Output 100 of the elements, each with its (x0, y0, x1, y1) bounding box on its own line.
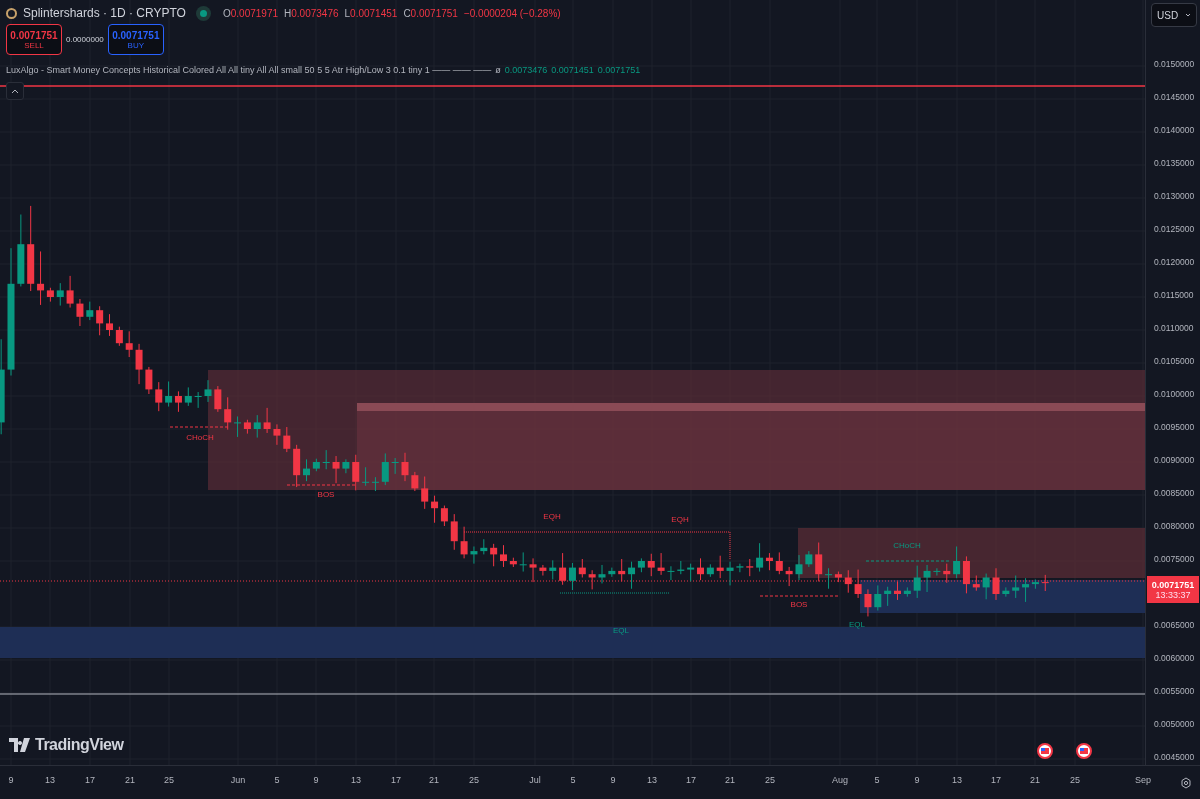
date-tick: Aug (832, 775, 848, 785)
candle (618, 558, 626, 582)
date-tick: 5 (570, 775, 576, 785)
price-tick: 0.0055000 (1154, 686, 1195, 696)
date-tick: 17 (85, 775, 95, 785)
candle (884, 586, 892, 607)
date-tick: 9 (610, 775, 616, 785)
candle (815, 542, 823, 582)
candle (539, 564, 547, 576)
date-tick: 21 (429, 775, 439, 785)
candle (578, 558, 586, 578)
price-tick: 0.0045000 (1154, 752, 1195, 762)
candle (854, 569, 862, 599)
candle (253, 414, 261, 439)
candle (667, 565, 675, 581)
date-tick: 13 (45, 775, 55, 785)
candle (687, 563, 695, 582)
tradingview-logo[interactable]: TradingView (9, 736, 124, 754)
indicator-value: 0.0071451 (551, 65, 594, 75)
candle (224, 396, 232, 431)
date-tick: 13 (647, 775, 657, 785)
settings-icon[interactable] (1180, 777, 1192, 789)
candle (903, 586, 911, 598)
price-tick: 0.0110000 (1154, 323, 1194, 333)
currency-dropdown[interactable]: USD (1151, 3, 1197, 27)
structure-label: EQL (613, 626, 629, 635)
price-tick: 0.0145000 (1154, 92, 1195, 102)
price-tick: 0.0090000 (1154, 455, 1195, 465)
candle (214, 385, 222, 413)
price-tick: 0.0060000 (1154, 653, 1195, 663)
last-price: 0.0071751 (1151, 579, 1195, 590)
indicator-name[interactable]: LuxAlgo - Smart Money Concepts Historical Colored All All tiny All All small 50 5 5 Atr High/Low 3 0.1 tiny 1 —— —— —— (6, 65, 492, 75)
date-tick: 25 (1070, 775, 1080, 785)
candle (352, 454, 360, 491)
candle (342, 458, 350, 474)
date-tick: 21 (725, 775, 735, 785)
price-tick: 0.0105000 (1154, 356, 1195, 366)
candle (273, 423, 281, 446)
symbol-title[interactable]: Splintershards · 1D · CRYPTO (23, 6, 186, 20)
candle (125, 330, 133, 358)
candle (96, 305, 104, 336)
price-tick: 0.0150000 (1154, 59, 1195, 69)
date-tick: 25 (164, 775, 174, 785)
date-tick: 17 (991, 775, 1001, 785)
candle (56, 282, 64, 307)
candle (450, 513, 458, 551)
indicator-value: 0.0071751 (597, 65, 641, 75)
candle (115, 326, 123, 347)
candle (519, 551, 527, 573)
candle (312, 458, 320, 472)
price-tick: 0.0130000 (1154, 191, 1195, 201)
candle (972, 575, 980, 592)
candle (106, 313, 113, 337)
date-tick: Jun (230, 775, 246, 785)
structure-label: CHoCH (186, 433, 214, 442)
candle (509, 557, 517, 568)
candle (322, 449, 330, 470)
structure-label: CHoCH (893, 541, 921, 550)
buy-button[interactable]: 0.0071751 BUY (107, 24, 164, 55)
price-tick: 0.0140000 (1154, 125, 1195, 135)
candle (608, 567, 616, 578)
candle (86, 301, 94, 321)
date-tick: 21 (125, 775, 135, 785)
candle (411, 471, 419, 492)
date-tick: 5 (274, 775, 280, 785)
candle (588, 569, 596, 590)
candle (992, 567, 1000, 601)
candle (332, 455, 340, 484)
candle (1002, 586, 1010, 598)
indicator-value: 0.0073476 (504, 65, 548, 75)
sell-button[interactable]: 0.0071751 SELL (6, 24, 62, 55)
candle (697, 557, 704, 581)
candle (303, 458, 310, 482)
candle (194, 391, 202, 409)
candle (933, 567, 941, 576)
date-tick: 5 (874, 775, 880, 785)
candle (923, 564, 931, 593)
structure-label: BOS (790, 600, 808, 609)
candle (204, 379, 212, 403)
candle (401, 452, 409, 482)
date-tick: 9 (914, 775, 920, 785)
candle (145, 366, 153, 395)
candle (785, 566, 793, 587)
ohlc-value: C0.0071751 (403, 7, 458, 19)
ohlc-value: O0.0071971 (222, 7, 278, 19)
candle (795, 554, 803, 581)
flag-icon[interactable] (1076, 743, 1092, 759)
price-tick: 0.0080000 (1154, 521, 1195, 531)
structure-label: EQH (543, 512, 561, 521)
date-tick: 13 (351, 775, 361, 785)
candle (263, 407, 271, 434)
flag-icon[interactable] (1037, 743, 1053, 759)
price-change: −0.0000204 (−0.28%) (463, 7, 561, 19)
caret-up-icon (11, 88, 19, 94)
candle (1041, 574, 1049, 592)
candle (490, 543, 498, 567)
candle (657, 552, 665, 576)
ohlc-value: L0.0071451 (344, 7, 398, 19)
chevron-down-icon (1185, 13, 1191, 17)
candle (391, 457, 399, 475)
